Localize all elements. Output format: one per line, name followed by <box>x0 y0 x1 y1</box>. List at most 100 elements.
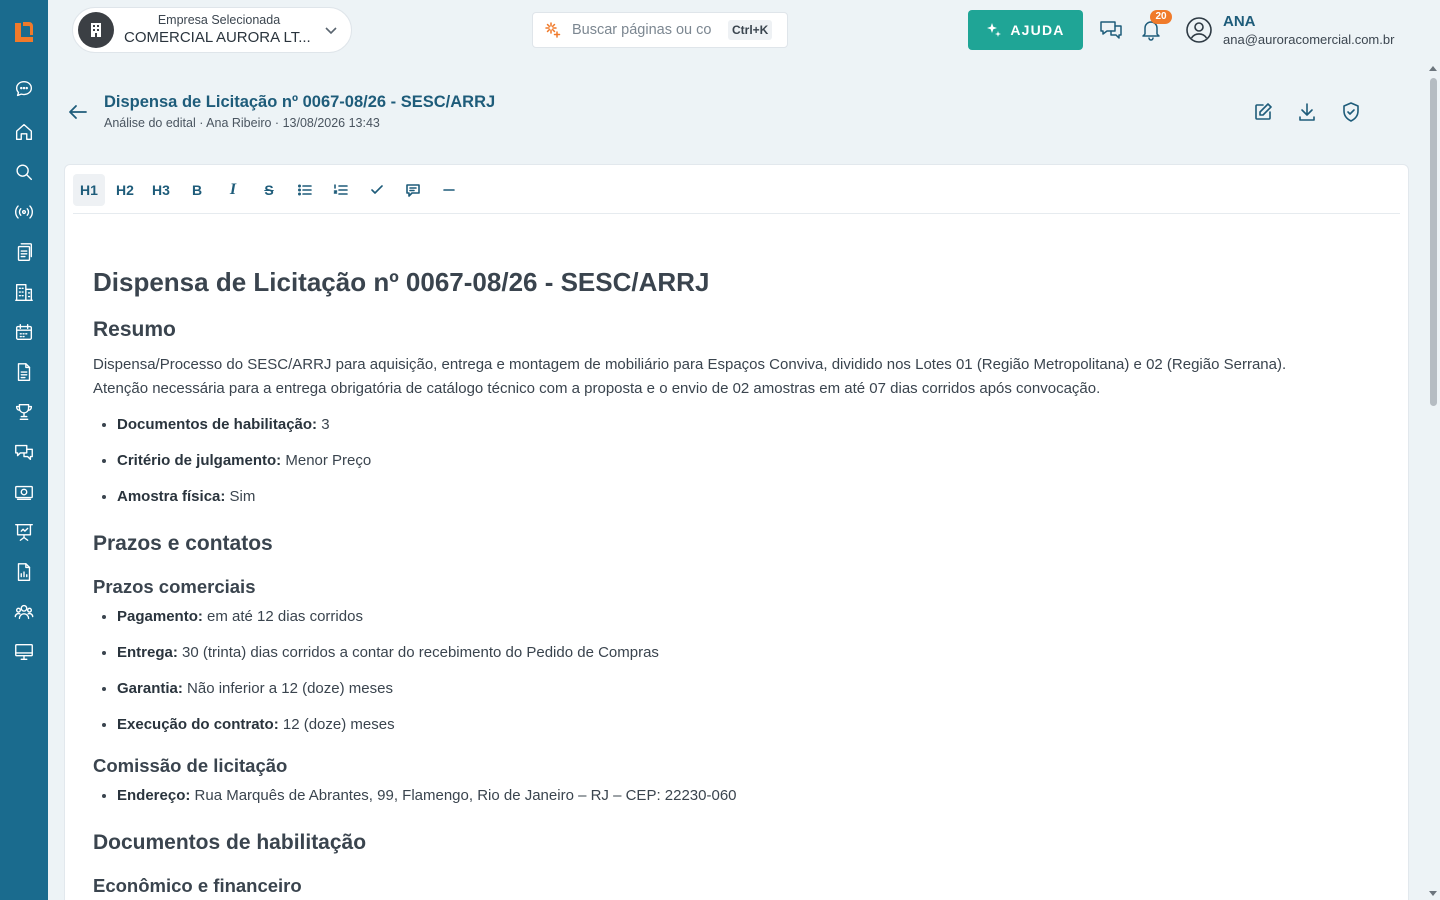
sidebar-item-money[interactable] <box>12 480 36 504</box>
sidebar-item-users[interactable] <box>12 600 36 624</box>
shield-button[interactable] <box>1340 101 1362 123</box>
scroll-down-arrow[interactable] <box>1429 891 1437 896</box>
documents-icon <box>17 243 33 261</box>
list-item: Endereço: Rua Marquês de Abrantes, 99, F… <box>117 786 1383 806</box>
item-value: 30 (trinta) dias corridos a contar do re… <box>177 644 659 661</box>
sidebar-item-search[interactable] <box>12 160 36 184</box>
toolbar-divider <box>73 213 1400 214</box>
item-value: 12 (doze) meses <box>278 716 395 733</box>
item-value: Sim <box>225 488 256 505</box>
trophy-icon <box>15 403 33 421</box>
search-shortcut: Ctrl+K <box>728 20 773 40</box>
sidebar-item-calendar[interactable] <box>12 320 36 344</box>
building-icon <box>15 283 33 301</box>
user-name[interactable]: ANA <box>1223 13 1256 30</box>
document-heading: Dispensa de Licitação nº 0067-08/26 - SE… <box>93 267 710 297</box>
section-heading-habilitacao: Documentos de habilitação <box>93 831 367 854</box>
resumo-paragraph-1: Dispensa/Processo do SESC/ARRJ para aqui… <box>93 356 1287 373</box>
sidebar-item-presentation[interactable] <box>12 520 36 544</box>
sidebar-item-report[interactable] <box>12 560 36 584</box>
user-avatar[interactable] <box>1185 16 1213 44</box>
editor-content[interactable]: Dispensa de Licitação nº 0067-08/26 - SE… <box>93 265 1383 897</box>
search-box[interactable]: Ctrl+K <box>532 12 788 48</box>
sidebar <box>0 0 48 900</box>
strikethrough-button[interactable]: S <box>253 174 285 206</box>
resumo-paragraph-2: Atenção necessária para a entrega obriga… <box>93 380 1101 397</box>
calendar-icon <box>15 323 33 341</box>
sidebar-item-broadcast[interactable] <box>12 200 36 224</box>
list-item: Amostra física: Sim <box>117 487 1383 507</box>
chat-button[interactable] <box>1098 17 1124 43</box>
comissao-list: Endereço: Rua Marquês de Abrantes, 99, F… <box>117 786 1383 806</box>
comment-button[interactable] <box>397 174 429 206</box>
bullet-list-icon <box>297 184 312 196</box>
company-label: Empresa Selecionada <box>157 13 281 27</box>
presentation-icon <box>15 523 33 541</box>
page-scrollbar[interactable] <box>1428 62 1438 900</box>
subsection-heading-prazos-comerciais: Prazos comerciais <box>93 576 256 597</box>
heading3-button[interactable]: H3 <box>145 174 177 206</box>
section-heading-resumo: Resumo <box>93 318 176 341</box>
list-item: Critério de julgamento: Menor Preço <box>117 451 1383 471</box>
subsection-heading-comissao: Comissão de licitação <box>93 755 288 776</box>
edit-button[interactable] <box>1252 101 1274 123</box>
sidebar-item-companies[interactable] <box>12 280 36 304</box>
scroll-up-arrow[interactable] <box>1429 66 1437 71</box>
bold-button[interactable]: B <box>181 174 213 206</box>
checklist-button[interactable] <box>361 174 393 206</box>
file-icon <box>17 363 31 381</box>
sidebar-item-chat[interactable] <box>12 77 36 101</box>
item-label: Entrega: <box>117 644 178 661</box>
heading2-button[interactable]: H2 <box>109 174 141 206</box>
search-icon <box>16 164 33 181</box>
sparkle-icon <box>987 23 1002 37</box>
section-heading-prazos: Prazos e contatos <box>93 532 273 555</box>
comment-icon <box>406 184 420 197</box>
horizontal-rule-button[interactable] <box>433 174 465 206</box>
resumo-list: Documentos de habilitação: 3 Critério de… <box>117 415 1383 507</box>
search-input[interactable] <box>572 22 724 38</box>
ordered-list-button[interactable] <box>325 174 357 206</box>
scroll-thumb[interactable] <box>1430 78 1437 406</box>
list-item: Pagamento: em até 12 dias corridos <box>117 607 1383 627</box>
item-value: Rua Marquês de Abrantes, 99, Flamengo, R… <box>190 787 737 804</box>
messages-icon <box>15 444 33 461</box>
item-value: 3 <box>317 416 330 433</box>
sidebar-item-messages[interactable] <box>12 440 36 464</box>
item-label: Documentos de habilitação: <box>117 416 318 433</box>
back-button[interactable] <box>66 100 90 124</box>
heading1-button[interactable]: H1 <box>73 174 105 206</box>
company-selector[interactable]: Empresa Selecionada COMERCIAL AURORA LT.… <box>72 7 352 53</box>
item-value: em até 12 dias corridos <box>202 608 363 625</box>
editor-toolbar: H1 H2 H3 B I S <box>73 173 469 207</box>
list-item: Documentos de habilitação: 3 <box>117 415 1383 435</box>
download-button[interactable] <box>1296 101 1318 123</box>
sidebar-item-monitor[interactable] <box>12 640 36 664</box>
editor-card: H1 H2 H3 B I S Dispensa de Licitação nº … <box>64 164 1409 900</box>
edit-icon <box>1255 103 1272 120</box>
chat-bubble-icon <box>15 80 33 97</box>
italic-button[interactable]: I <box>217 174 249 206</box>
building-icon <box>91 23 101 37</box>
check-icon <box>371 185 383 194</box>
arrow-left-icon <box>69 105 87 119</box>
app-logo[interactable] <box>11 19 37 45</box>
sidebar-item-trophy[interactable] <box>12 400 36 424</box>
sidebar-item-file[interactable] <box>12 360 36 384</box>
item-label: Amostra física: <box>117 488 226 505</box>
item-label: Execução do contrato: <box>117 716 279 733</box>
sidebar-item-home[interactable] <box>12 120 36 144</box>
messages-icon <box>1100 21 1122 39</box>
chevron-down-icon <box>325 27 337 35</box>
monitor-icon <box>15 643 33 661</box>
shield-check-icon <box>1343 102 1359 122</box>
sparkle-icon <box>545 22 561 38</box>
home-icon <box>15 123 33 141</box>
notification-badge: 20 <box>1150 10 1172 24</box>
help-label: AJUDA <box>1010 22 1065 38</box>
help-button[interactable]: AJUDA <box>968 10 1083 50</box>
list-item: Garantia: Não inferior a 12 (doze) meses <box>117 679 1383 699</box>
sidebar-item-documents[interactable] <box>12 240 36 264</box>
item-value: Menor Preço <box>281 452 372 469</box>
bullet-list-button[interactable] <box>289 174 321 206</box>
